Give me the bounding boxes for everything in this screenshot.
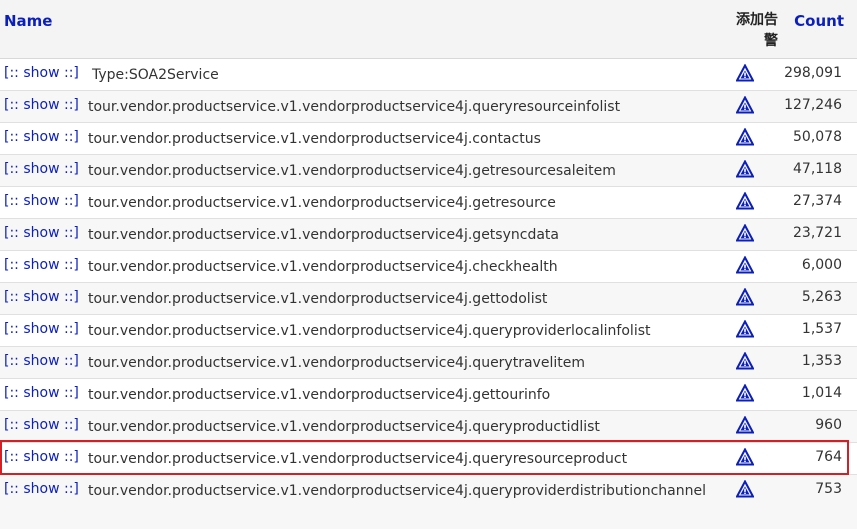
row-count: 764 [815, 449, 842, 465]
table-row: [:: show ::] tour.vendor.productservice.… [0, 315, 857, 347]
row-name: tour.vendor.productservice.v1.vendorprod… [88, 163, 616, 179]
table-row: [:: show ::] tour.vendor.productservice.… [0, 219, 857, 251]
warning-triangle-icon[interactable] [736, 64, 754, 82]
row-count: 50,078 [793, 129, 842, 145]
row-name: tour.vendor.productservice.v1.vendorprod… [88, 227, 559, 243]
show-link[interactable]: [:: show ::] [4, 225, 79, 241]
warning-triangle-icon[interactable] [736, 160, 754, 178]
show-link[interactable]: [:: show ::] [4, 417, 79, 433]
row-count: 1,353 [801, 353, 842, 369]
warning-triangle-icon[interactable] [736, 352, 754, 370]
row-count: 298,091 [784, 65, 842, 81]
show-link[interactable]: [:: show ::] [4, 321, 79, 337]
row-name: tour.vendor.productservice.v1.vendorprod… [88, 483, 706, 499]
show-link[interactable]: [:: show ::] [4, 481, 79, 497]
row-count: 47,118 [793, 161, 842, 177]
table-row: [:: show ::] tour.vendor.productservice.… [0, 411, 857, 443]
table-row-highlighted: [:: show ::] tour.vendor.productservice.… [0, 443, 857, 475]
show-link[interactable]: [:: show ::] [4, 65, 79, 81]
row-count: 960 [815, 417, 842, 433]
table-row: [:: show ::] tour.vendor.productservice.… [0, 347, 857, 379]
warning-triangle-icon[interactable] [736, 224, 754, 242]
table-row: [:: show ::] Type:SOA2Service 298,091 [0, 59, 857, 91]
warning-triangle-icon[interactable] [736, 416, 754, 434]
table-row: [:: show ::] tour.vendor.productservice.… [0, 155, 857, 187]
table-row: [:: show ::] tour.vendor.productservice.… [0, 475, 857, 529]
row-count: 127,246 [784, 97, 842, 113]
row-name: tour.vendor.productservice.v1.vendorprod… [88, 259, 558, 275]
row-name: Type:SOA2Service [92, 67, 219, 83]
table-row: [:: show ::] tour.vendor.productservice.… [0, 187, 857, 219]
row-name: tour.vendor.productservice.v1.vendorprod… [88, 195, 556, 211]
row-count: 23,721 [793, 225, 842, 241]
table-header: Name 添加告警 Count [0, 0, 857, 59]
row-name: tour.vendor.productservice.v1.vendorprod… [88, 291, 548, 307]
show-link[interactable]: [:: show ::] [4, 289, 79, 305]
show-link[interactable]: [:: show ::] [4, 193, 79, 209]
show-link[interactable]: [:: show ::] [4, 129, 79, 145]
column-header-add-alert: 添加告警 [736, 12, 778, 49]
warning-triangle-icon[interactable] [736, 288, 754, 306]
table-row: [:: show ::] tour.vendor.productservice.… [0, 251, 857, 283]
row-name: tour.vendor.productservice.v1.vendorprod… [88, 419, 600, 435]
warning-triangle-icon[interactable] [736, 448, 754, 466]
row-name: tour.vendor.productservice.v1.vendorprod… [88, 99, 621, 115]
row-name: tour.vendor.productservice.v1.vendorprod… [88, 355, 585, 371]
row-count: 27,374 [793, 193, 842, 209]
table-row: [:: show ::] tour.vendor.productservice.… [0, 283, 857, 315]
row-name: tour.vendor.productservice.v1.vendorprod… [88, 323, 651, 339]
table-row: [:: show ::] tour.vendor.productservice.… [0, 379, 857, 411]
row-count: 753 [815, 481, 842, 497]
show-link[interactable]: [:: show ::] [4, 97, 79, 113]
warning-triangle-icon[interactable] [736, 480, 754, 498]
row-name: tour.vendor.productservice.v1.vendorprod… [88, 131, 541, 147]
warning-triangle-icon[interactable] [736, 384, 754, 402]
warning-triangle-icon[interactable] [736, 256, 754, 274]
show-link[interactable]: [:: show ::] [4, 161, 79, 177]
row-name: tour.vendor.productservice.v1.vendorprod… [88, 387, 551, 403]
table-row: [:: show ::] tour.vendor.productservice.… [0, 123, 857, 155]
row-name: tour.vendor.productservice.v1.vendorprod… [88, 451, 628, 467]
warning-triangle-icon[interactable] [736, 128, 754, 146]
column-header-count[interactable]: Count [790, 12, 844, 30]
warning-triangle-icon[interactable] [736, 192, 754, 210]
show-link[interactable]: [:: show ::] [4, 385, 79, 401]
show-link[interactable]: [:: show ::] [4, 449, 79, 465]
transaction-table: Name 添加告警 Count [:: show ::] Type:SOA2Se… [0, 0, 857, 529]
row-count: 1,014 [801, 385, 842, 401]
warning-triangle-icon[interactable] [736, 320, 754, 338]
warning-triangle-icon[interactable] [736, 96, 754, 114]
column-header-name[interactable]: Name [4, 12, 52, 30]
show-link[interactable]: [:: show ::] [4, 353, 79, 369]
row-count: 6,000 [801, 257, 842, 273]
show-link[interactable]: [:: show ::] [4, 257, 79, 273]
table-row: [:: show ::] tour.vendor.productservice.… [0, 91, 857, 123]
row-count: 1,537 [801, 321, 842, 337]
row-count: 5,263 [801, 289, 842, 305]
